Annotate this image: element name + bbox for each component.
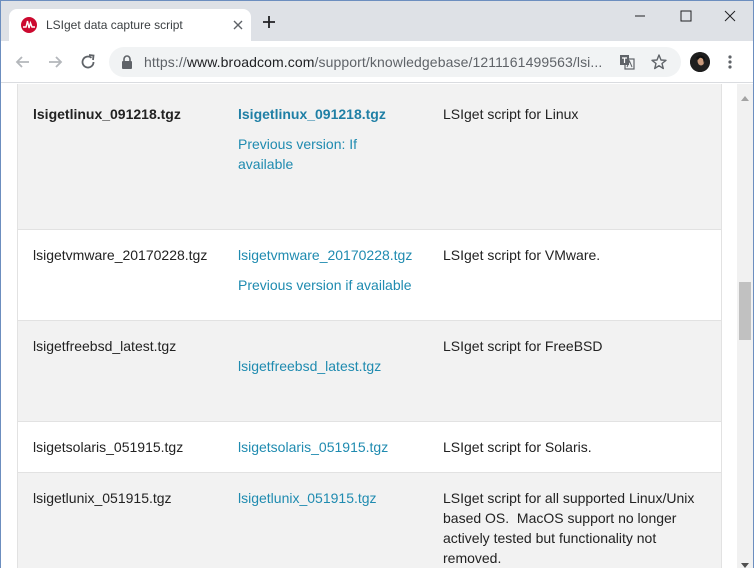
- download-link[interactable]: lsigetsolaris_051915.tgz: [238, 437, 423, 457]
- table-row: lsigetvmware_20170228.tgz lsigetvmware_2…: [18, 230, 721, 321]
- minimize-icon[interactable]: [617, 1, 663, 31]
- file-description: LSIget script for Solaris.: [443, 439, 592, 455]
- file-name: lsigetsolaris_051915.tgz: [33, 439, 184, 455]
- close-tab-icon[interactable]: [231, 18, 245, 32]
- page-content: lsigetlinux_091218.tgz lsigetlinux_09121…: [1, 84, 737, 568]
- file-description: LSIget script for FreeBSD: [443, 338, 603, 354]
- tab-title: LSIget data capture script: [46, 18, 183, 32]
- browser-window: LSIget data capture script https://www.b…: [0, 0, 754, 568]
- browser-tab[interactable]: LSIget data capture script: [9, 9, 251, 41]
- scrollbar-thumb[interactable]: [739, 282, 751, 340]
- profile-avatar[interactable]: [690, 52, 710, 72]
- previous-version-link[interactable]: Previous version: If available: [238, 134, 388, 174]
- table-row: lsigetlunix_051915.tgz lsigetlunix_05191…: [18, 473, 721, 568]
- download-link[interactable]: lsigetlunix_051915.tgz: [238, 488, 423, 508]
- table-row: lsigetfreebsd_latest.tgz lsigetfreebsd_l…: [18, 321, 721, 422]
- file-name: lsigetlinux_091218.tgz: [33, 106, 181, 122]
- download-link[interactable]: lsigetvmware_20170228.tgz: [238, 245, 423, 265]
- previous-version-link[interactable]: Previous version if available: [238, 275, 423, 295]
- file-description: LSIget script for Linux: [443, 106, 579, 122]
- vertical-scrollbar[interactable]: [737, 84, 753, 568]
- download-link[interactable]: lsigetlinux_091218.tgz: [238, 104, 423, 124]
- downloads-table: lsigetlinux_091218.tgz lsigetlinux_09121…: [17, 84, 722, 568]
- file-description: LSIget script for all supported Linux/Un…: [443, 490, 699, 566]
- maximize-icon[interactable]: [663, 1, 709, 31]
- scroll-up-arrow-icon[interactable]: [741, 88, 749, 101]
- bookmark-star-icon[interactable]: [650, 53, 668, 71]
- table-row: lsigetsolaris_051915.tgz lsigetsolaris_0…: [18, 422, 721, 473]
- forward-arrow-icon[interactable]: [45, 52, 65, 72]
- file-name: lsigetfreebsd_latest.tgz: [33, 338, 177, 354]
- url-scheme: https://: [144, 54, 187, 70]
- scroll-down-arrow-icon[interactable]: [741, 556, 749, 568]
- browser-toolbar: https://www.broadcom.com/support/knowled…: [1, 41, 753, 83]
- url-host: www.broadcom.com: [186, 54, 315, 70]
- back-arrow-icon[interactable]: [13, 52, 33, 72]
- file-name: lsigetlunix_051915.tgz: [33, 490, 172, 506]
- broadcom-logo-icon: [21, 17, 37, 33]
- close-window-icon[interactable]: [707, 1, 753, 31]
- address-bar[interactable]: https://www.broadcom.com/support/knowled…: [109, 47, 681, 77]
- download-link[interactable]: lsigetfreebsd_latest.tgz: [238, 356, 423, 376]
- new-tab-icon[interactable]: [261, 14, 277, 30]
- reload-icon[interactable]: [78, 52, 98, 72]
- file-description: LSIget script for VMware.: [443, 247, 601, 263]
- url-path: /support/knowledgebase/1211161499563/lsi…: [314, 54, 603, 70]
- tab-strip: LSIget data capture script: [1, 1, 753, 41]
- file-name: lsigetvmware_20170228.tgz: [33, 247, 208, 263]
- table-row: lsigetlinux_091218.tgz lsigetlinux_09121…: [18, 84, 721, 230]
- translate-icon[interactable]: [619, 54, 635, 70]
- url-text[interactable]: https://www.broadcom.com/support/knowled…: [144, 54, 602, 70]
- more-menu-icon[interactable]: [727, 54, 733, 70]
- lock-icon[interactable]: [121, 55, 133, 69]
